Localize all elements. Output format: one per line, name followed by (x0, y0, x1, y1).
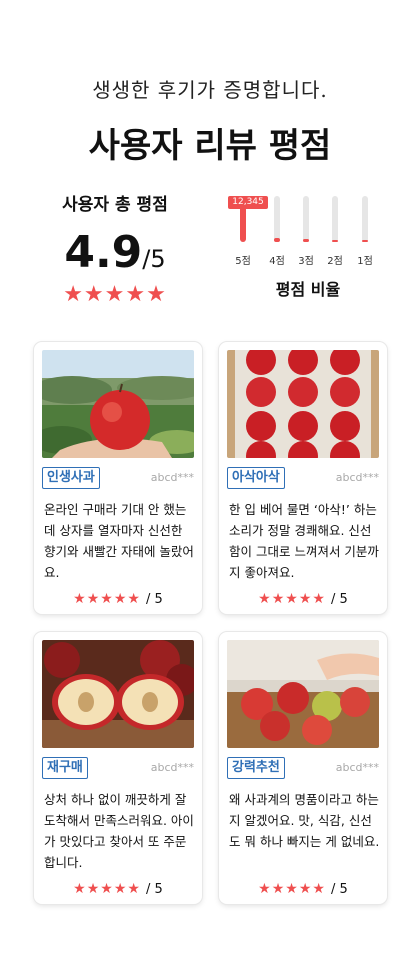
total-score-label: 사용자 총 평점 (62, 195, 168, 215)
score-max: /5 (142, 245, 166, 273)
review-text: 온라인 구매라 기대 안 했는데 상자를 열자마자 신선한 향기와 새빨간 자태… (44, 502, 194, 580)
top-count-badge: 12,345 (228, 196, 268, 209)
review-stars: ★★★★★ (73, 591, 141, 607)
bar-track-3 (303, 196, 309, 242)
bar-label-4: 4점 (269, 256, 285, 267)
review-photo-apple-box (227, 350, 379, 458)
review-photo-apple-in-hand (42, 350, 194, 458)
bar-label-3: 3점 (298, 256, 314, 267)
review-card[interactable]: 강력추천 abcd*** 왜 사과계의 명품이라고 하는지 알겠어요. 맛, 식… (219, 632, 387, 904)
bar-track-1 (362, 196, 368, 242)
review-stars: ★★★★★ (258, 881, 326, 897)
review-text: 한 입 베어 물면 ‘아삭!’ 하는 소리가 정말 경쾌해요. 신선함이 그대로… (229, 502, 379, 580)
bar-1: 1점 (350, 196, 380, 267)
page-title: 사용자 리뷰 평점 (88, 126, 332, 166)
bar-3: 3점 (291, 196, 321, 267)
bar-fill-1 (362, 240, 368, 242)
total-stars: ★★★★★ (63, 282, 167, 307)
distribution-title: 평점 비율 (275, 280, 341, 299)
bar-track-4 (274, 196, 280, 242)
review-max: / 5 (331, 592, 348, 607)
bar-fill-3 (303, 239, 309, 242)
review-tag: 강력추천 (227, 757, 285, 779)
review-photo-sliced-apple (42, 640, 194, 748)
review-tag: 인생사과 (42, 467, 100, 489)
review-stars: ★★★★★ (258, 591, 326, 607)
review-tag: 아삭아삭 (227, 467, 285, 489)
bar-track-2 (332, 196, 338, 242)
review-text: 왜 사과계의 명품이라고 하는지 알겠어요. 맛, 식감, 신선도 뭐 하나 빠… (229, 792, 380, 849)
bar-label-1: 1점 (357, 256, 373, 267)
bar-label-5: 5점 (235, 256, 251, 267)
bar-fill-4 (274, 238, 280, 242)
review-card[interactable]: 재구매 abcd*** 상처 하나 없이 깨끗하게 잘 도착해서 만족스러워요.… (34, 632, 202, 904)
page-subtitle: 생생한 후기가 증명합니다. (92, 78, 328, 102)
review-author: abcd*** (150, 471, 194, 484)
review-author: abcd*** (150, 761, 194, 774)
review-author: abcd*** (335, 471, 379, 484)
score-value: 4.9 (64, 227, 143, 278)
total-score-block: 사용자 총 평점 4.9/5 ★★★★★ (40, 190, 190, 307)
review-rating: ★★★★★ / 5 (219, 878, 387, 897)
bar-2: 2점 (320, 196, 350, 267)
review-photo-apple-crate (227, 640, 379, 748)
review-max: / 5 (146, 592, 163, 607)
review-card[interactable]: 아삭아삭 abcd*** 한 입 베어 물면 ‘아삭!’ 하는 소리가 정말 경… (219, 342, 387, 614)
review-rating: ★★★★★ / 5 (34, 878, 202, 897)
review-max: / 5 (146, 882, 163, 897)
rating-distribution: 5점 4점 3점 2점 1점 12,345 평점 비율 (228, 196, 388, 306)
review-text: 상처 하나 없이 깨끗하게 잘 도착해서 만족스러워요. 아이가 맛있다고 찾아… (44, 792, 194, 870)
review-tag: 재구매 (42, 757, 88, 779)
review-stars: ★★★★★ (73, 881, 141, 897)
review-rating: ★★★★★ / 5 (219, 588, 387, 607)
total-score: 4.9/5 (40, 227, 190, 278)
review-max: / 5 (331, 882, 348, 897)
bar-label-2: 2점 (327, 256, 343, 267)
review-card[interactable]: 인생사과 abcd*** 온라인 구매라 기대 안 했는데 상자를 열자마자 신… (34, 342, 202, 614)
review-rating: ★★★★★ / 5 (34, 588, 202, 607)
bar-fill-2 (332, 239, 338, 242)
review-author: abcd*** (335, 761, 379, 774)
